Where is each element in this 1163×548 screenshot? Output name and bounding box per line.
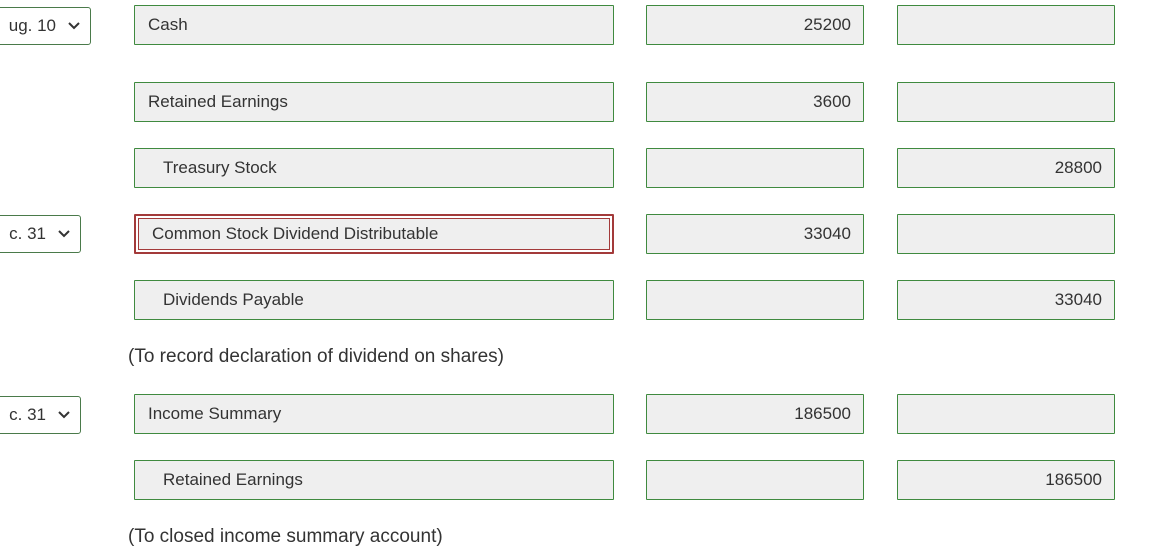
debit-field[interactable] — [646, 280, 864, 320]
account-field[interactable]: Treasury Stock — [134, 148, 614, 188]
chevron-down-icon — [68, 22, 80, 30]
credit-field[interactable]: 33040 — [897, 280, 1115, 320]
date-select-value: c. 31 — [9, 224, 46, 243]
date-select-value: c. 31 — [9, 405, 46, 424]
debit-field[interactable] — [646, 460, 864, 500]
date-select-entry-2[interactable]: c. 31 — [0, 215, 81, 253]
credit-field[interactable] — [897, 214, 1115, 254]
account-field[interactable]: Dividends Payable — [134, 280, 614, 320]
entry-memo: (To closed income summary account) — [128, 526, 443, 547]
chevron-down-icon — [58, 230, 70, 238]
account-field[interactable]: Retained Earnings — [134, 460, 614, 500]
date-select-value: ug. 10 — [8, 16, 56, 35]
credit-field[interactable] — [897, 394, 1115, 434]
debit-field[interactable]: 3600 — [646, 82, 864, 122]
entry-memo: (To record declaration of dividend on sh… — [128, 346, 504, 367]
debit-field[interactable]: 25200 — [646, 5, 864, 45]
credit-field[interactable]: 186500 — [897, 460, 1115, 500]
debit-field[interactable]: 33040 — [646, 214, 864, 254]
credit-field[interactable]: 28800 — [897, 148, 1115, 188]
date-select-entry-3[interactable]: c. 31 — [0, 396, 81, 434]
account-field[interactable]: Cash — [134, 5, 614, 45]
credit-field[interactable] — [897, 82, 1115, 122]
account-field-focused[interactable]: Common Stock Dividend Distributable — [134, 214, 614, 254]
date-select-entry-1[interactable]: ug. 10 — [0, 7, 91, 45]
account-field[interactable]: Income Summary — [134, 394, 614, 434]
debit-field[interactable] — [646, 148, 864, 188]
credit-field[interactable] — [897, 5, 1115, 45]
chevron-down-icon — [58, 411, 70, 419]
debit-field[interactable]: 186500 — [646, 394, 864, 434]
account-field[interactable]: Retained Earnings — [134, 82, 614, 122]
